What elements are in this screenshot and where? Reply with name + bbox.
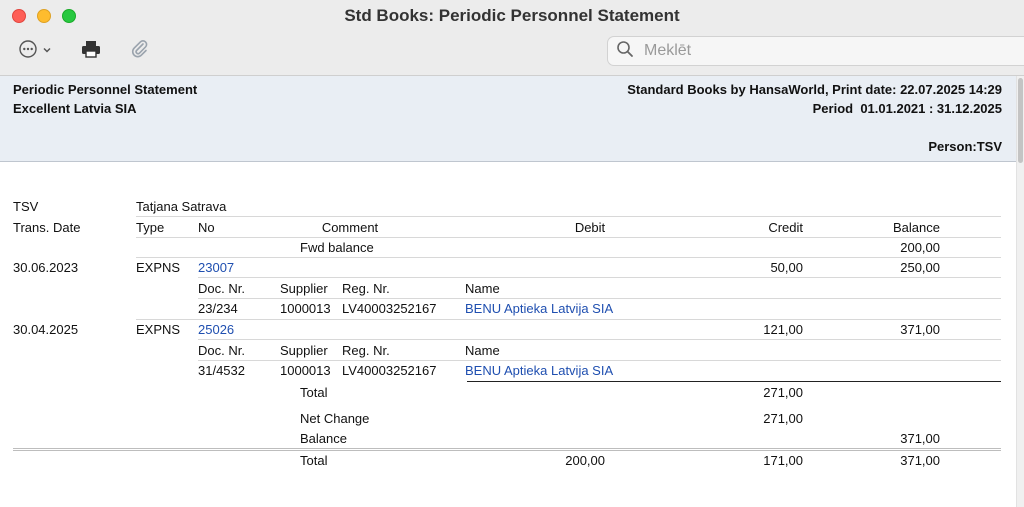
window-titlebar: Std Books: Periodic Personnel Statement [0, 0, 1024, 76]
person-code: TSV [13, 199, 39, 214]
paperclip-icon [130, 39, 150, 64]
divider [198, 298, 1001, 299]
grand-total-balance: 371,00 [900, 453, 940, 468]
scrollbar-thumb[interactable] [1018, 78, 1023, 163]
trans-no-link[interactable]: 25026 [198, 322, 234, 337]
sub-col-reg-nr: Reg. Nr. [342, 343, 390, 358]
grand-total-debit: 200,00 [565, 453, 605, 468]
total-underline [467, 381, 1001, 382]
total-label: Total [300, 385, 328, 400]
sub-col-doc-nr: Doc. Nr. [198, 281, 245, 296]
doc-nr: 23/234 [198, 301, 238, 316]
divider [136, 319, 1001, 320]
divider [136, 237, 1001, 238]
sub-col-name: Name [465, 281, 500, 296]
divider [198, 360, 1001, 361]
report-body: TSV Tatjana Satrava Trans. Date Type No … [0, 162, 1016, 507]
printer-icon [80, 39, 102, 64]
vertical-scrollbar[interactable] [1016, 76, 1024, 507]
ellipsis-circle-icon [18, 39, 38, 64]
net-change-label: Net Change [300, 411, 370, 426]
grand-total-credit: 171,00 [763, 453, 803, 468]
company-name: Excellent Latvia SIA [13, 101, 137, 116]
trans-balance: 371,00 [900, 322, 940, 337]
report-name: Periodic Personnel Statement [13, 82, 198, 97]
col-comment: Comment [321, 220, 379, 235]
supplier-code: 1000013 [280, 363, 331, 378]
sub-col-doc-nr: Doc. Nr. [198, 343, 245, 358]
trans-credit: 50,00 [770, 260, 803, 275]
col-no: No [198, 220, 215, 235]
supplier-name-link[interactable]: BENU Aptieka Latvija SIA [465, 363, 613, 378]
search-icon [616, 40, 634, 63]
attachment-button[interactable] [130, 38, 150, 64]
divider [198, 339, 1001, 340]
col-balance: Balance [893, 220, 940, 235]
trans-type: EXPNS [136, 322, 181, 337]
sub-col-supplier: Supplier [280, 343, 328, 358]
trans-no-link[interactable]: 23007 [198, 260, 234, 275]
person-filter: Person:TSV [928, 139, 1002, 154]
supplier-name-link[interactable]: BENU Aptieka Latvija SIA [465, 301, 613, 316]
reg-nr: LV40003252167 [342, 301, 437, 316]
report-header: Periodic Personnel Statement Excellent L… [0, 76, 1016, 162]
trans-balance: 250,00 [900, 260, 940, 275]
grand-total-label: Total [300, 453, 328, 468]
doc-nr: 31/4532 [198, 363, 245, 378]
sub-col-supplier: Supplier [280, 281, 328, 296]
balance-value: 371,00 [900, 431, 940, 446]
period-range: Period 01.01.2021 : 31.12.2025 [812, 101, 1002, 116]
search-field[interactable] [607, 36, 1024, 66]
divider [136, 216, 1001, 217]
print-info: Standard Books by HansaWorld, Print date… [627, 82, 1002, 97]
net-change-credit: 271,00 [763, 411, 803, 426]
divider [13, 448, 1001, 449]
trans-credit: 121,00 [763, 322, 803, 337]
fwd-balance-value: 200,00 [900, 240, 940, 255]
fwd-balance-label: Fwd balance [300, 240, 374, 255]
col-debit: Debit [574, 220, 606, 235]
sub-col-name: Name [465, 343, 500, 358]
search-input[interactable] [642, 41, 1006, 61]
total-credit: 271,00 [763, 385, 803, 400]
chevron-down-icon [42, 42, 52, 60]
col-credit: Credit [768, 220, 803, 235]
balance-label: Balance [300, 431, 347, 446]
window-title: Std Books: Periodic Personnel Statement [344, 6, 680, 25]
divider [198, 277, 1001, 278]
print-button[interactable] [80, 38, 102, 64]
person-name: Tatjana Satrava [136, 199, 227, 214]
trans-type: EXPNS [136, 260, 181, 275]
more-actions-button[interactable] [18, 38, 52, 64]
reg-nr: LV40003252167 [342, 363, 437, 378]
supplier-code: 1000013 [280, 301, 331, 316]
col-trans-date: Trans. Date [13, 220, 81, 235]
divider [136, 257, 1001, 258]
col-type: Type [136, 220, 165, 235]
sub-col-reg-nr: Reg. Nr. [342, 281, 390, 296]
divider [13, 450, 1001, 451]
trans-date: 30.06.2023 [13, 260, 79, 275]
trans-date: 30.04.2025 [13, 322, 79, 337]
